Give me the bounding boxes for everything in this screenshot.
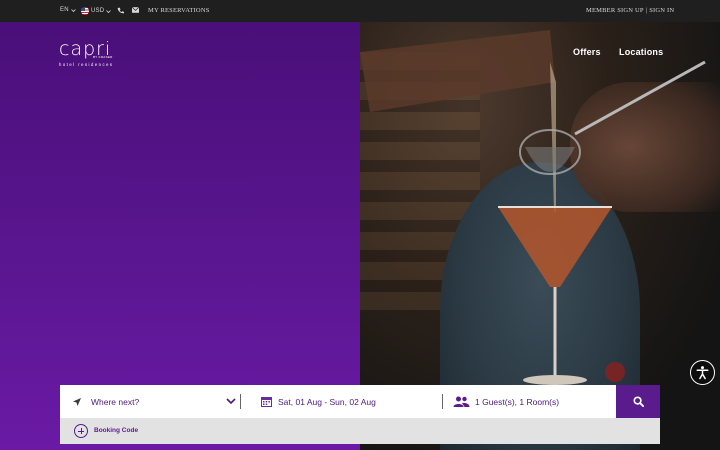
currency-label: USD (91, 8, 105, 14)
us-flag-icon (81, 7, 89, 15)
booking-widget: Where next? Sat, 01 Aug - Sun, 02 Aug 1 … (60, 385, 660, 418)
nav-offers[interactable]: Offers (573, 47, 601, 57)
account-links: MEMBER SIGN UP | SIGN IN (586, 7, 674, 14)
dates-value: Sat, 01 Aug - Sun, 02 Aug (278, 396, 376, 407)
chevron-down-icon (106, 9, 112, 13)
dates-field[interactable]: Sat, 01 Aug - Sun, 02 Aug (261, 385, 441, 418)
my-reservations-link[interactable]: MY RESERVATIONS (148, 7, 210, 14)
guests-value: 1 Guest(s), 1 Room(s) (475, 396, 560, 407)
language-selector[interactable]: EN (60, 7, 76, 13)
email-link[interactable] (132, 7, 139, 13)
destination-placeholder: Where next? (91, 396, 140, 407)
calendar-icon (261, 397, 272, 407)
field-divider (442, 394, 443, 409)
guests-icon (453, 396, 470, 407)
booking-code-bar[interactable]: Booking Code (60, 418, 660, 444)
guests-field[interactable]: 1 Guest(s), 1 Room(s) (453, 385, 613, 418)
currency-selector[interactable]: USD (81, 7, 112, 15)
search-icon (632, 396, 644, 407)
capri-logo[interactable]: capri BY FRASER hotel residences (59, 40, 114, 68)
chevron-down-icon[interactable] (226, 397, 236, 405)
search-button[interactable] (616, 385, 660, 418)
phone-link[interactable] (117, 7, 124, 14)
nav-locations[interactable]: Locations (619, 47, 663, 57)
logo-by-fraser: BY FRASER (93, 55, 113, 59)
field-divider (240, 394, 241, 409)
account-separator: | (645, 7, 648, 14)
accessibility-icon (696, 366, 709, 380)
accessibility-button[interactable] (690, 360, 715, 385)
sign-in-link[interactable]: SIGN IN (649, 7, 674, 14)
destination-field[interactable]: Where next? (72, 385, 240, 418)
language-label: EN (60, 7, 69, 13)
phone-icon (117, 7, 124, 14)
booking-code-label[interactable]: Booking Code (94, 427, 138, 434)
plus-circle-icon[interactable] (74, 424, 88, 438)
top-utility-bar: EN USD MY RESERVATIONS MEMBER SIGN UP | … (0, 0, 720, 22)
envelope-icon (132, 7, 139, 13)
logo-subtitle: hotel residences (59, 62, 114, 67)
location-arrow-icon (73, 397, 81, 406)
chevron-down-icon (70, 8, 76, 12)
member-signup-link[interactable]: MEMBER SIGN UP (586, 7, 644, 14)
